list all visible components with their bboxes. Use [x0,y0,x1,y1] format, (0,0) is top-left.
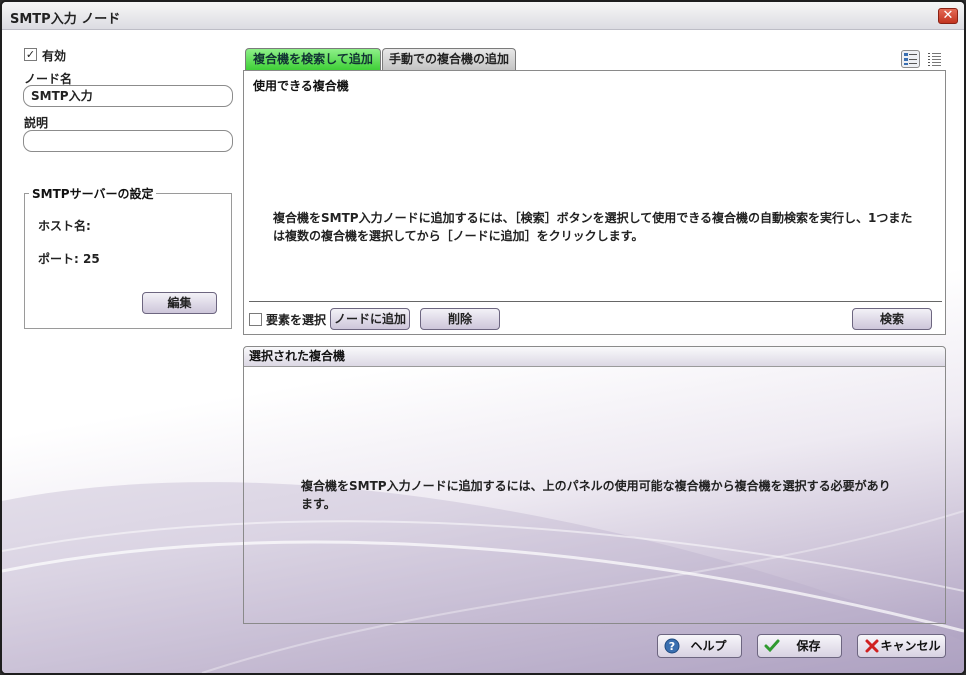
host-label: ホスト名: [38,219,91,233]
available-devices-header: 使用できる複合機 [253,79,349,93]
save-label: 保存 [796,639,821,653]
enabled-label: 有効 [42,49,67,63]
selected-message-line2: ます。 [301,497,336,511]
list-view-icon[interactable] [926,50,943,68]
panel-divider [249,301,942,302]
edit-button[interactable]: 編集 [142,292,217,314]
save-button[interactable]: 保存 [757,634,842,658]
selected-devices-header: 選択された複合機 [244,347,945,367]
close-icon: ✕ [942,8,954,23]
port-label: ポート: 25 [38,252,100,266]
close-button[interactable]: ✕ [938,8,958,24]
dialog-content: ✓ 有効 ノード名 SMTP入力 説明 SMTPサーバーの設定 ホスト名: ポー… [2,31,964,673]
enabled-checkbox[interactable]: ✓ [24,48,37,61]
description-label: 説明 [24,116,49,130]
select-all-checkbox[interactable] [249,313,262,326]
detail-view-icon[interactable] [901,50,920,68]
selected-devices-panel: 選択された複合機 複合機をSMTP入力ノードに追加するには、上のパネルの使用可能… [243,346,946,624]
node-name-input[interactable]: SMTP入力 [23,85,233,107]
available-message-line2: は複数の複合機を選択してから［ノードに追加］をクリックします。 [273,229,644,243]
help-button[interactable]: ? ヘルプ [657,634,742,658]
available-devices-panel: 使用できる複合機 複合機をSMTP入力ノードに追加するには、［検索］ボタンを選択… [243,70,946,335]
smtp-group-title: SMTPサーバーの設定 [29,185,157,202]
smtp-input-node-dialog: SMTP入力 ノード ✕ ✓ 有効 ノード名 SMTP入力 説明 SMTPサーバ… [0,0,966,675]
available-message-line1: 複合機をSMTP入力ノードに追加するには、［検索］ボタンを選択して使用できる複合… [273,211,913,225]
cancel-button[interactable]: キャンセル [857,634,946,658]
selected-message-line1: 複合機をSMTP入力ノードに追加するには、上のパネルの使用可能な複合機から複合機… [301,479,891,493]
search-button[interactable]: 検索 [852,308,932,330]
select-all-label: 要素を選択 [266,313,327,327]
help-label: ヘルプ [690,639,727,653]
title-bar: SMTP入力 ノード ✕ [2,2,964,30]
add-to-node-button[interactable]: ノードに追加 [330,308,410,330]
description-input[interactable] [23,130,233,152]
cancel-label: キャンセル [880,639,941,653]
tab-search-and-add[interactable]: 複合機を検索して追加 [245,48,381,70]
tab-manual-add[interactable]: 手動での複合機の追加 [382,48,516,70]
delete-button[interactable]: 削除 [420,308,500,330]
window-title: SMTP入力 ノード [10,12,121,27]
